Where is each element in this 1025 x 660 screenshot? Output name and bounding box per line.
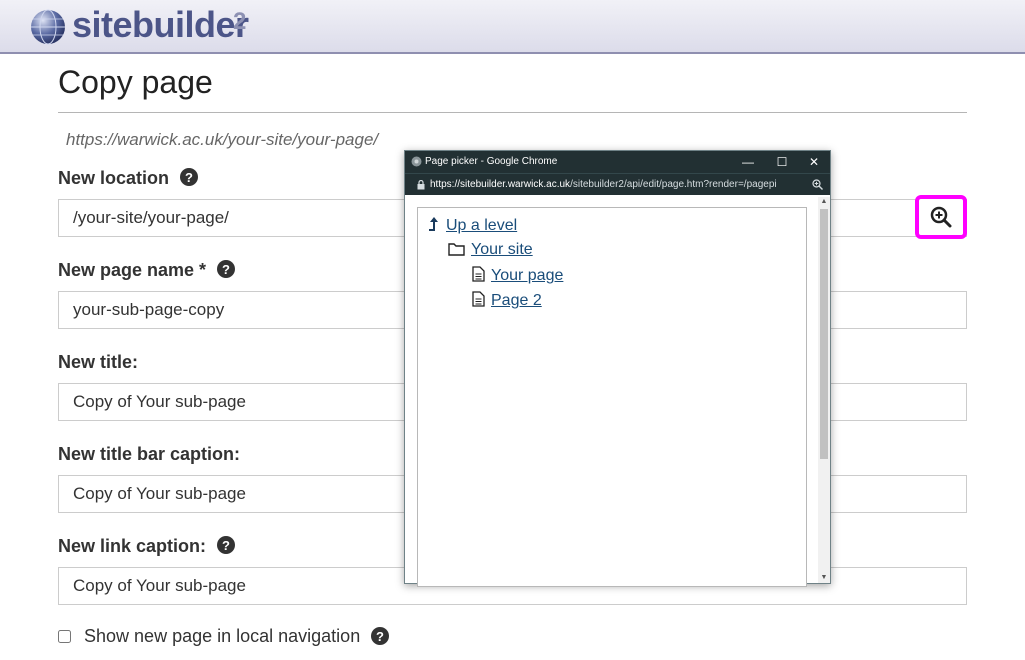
- popup-titlebar[interactable]: Page picker - Google Chrome — ☐ ✕: [405, 151, 830, 173]
- chrome-icon: [411, 156, 422, 167]
- scroll-thumb[interactable]: [820, 209, 828, 459]
- tree-item-your-page[interactable]: Your page: [472, 266, 563, 285]
- logo-text[interactable]: sitebuilder: [72, 4, 249, 46]
- title-divider: [58, 112, 967, 113]
- popup-url-host: https://sitebuilder.warwick.ac.uk: [430, 179, 571, 190]
- page-picker-popup: Page picker - Google Chrome — ☐ ✕ https:…: [404, 150, 831, 587]
- tree-item-your-site[interactable]: Your site: [448, 241, 533, 259]
- help-icon[interactable]: ?: [217, 536, 236, 559]
- tree-item-your-page-label: Your page: [491, 267, 564, 284]
- popup-url-path: /sitebuilder2/api/edit/page.htm?render=/…: [570, 179, 777, 190]
- arrow-up-icon: [429, 217, 438, 231]
- svg-text:?: ?: [222, 538, 230, 553]
- new-location-label-text: New location: [58, 168, 170, 188]
- tree-item-page-2-label: Page 2: [491, 292, 542, 309]
- new-titlebar-caption-label: New title bar caption:: [58, 444, 241, 464]
- new-link-caption-label-text: New link caption:: [58, 536, 207, 556]
- page-picker-button[interactable]: [915, 195, 967, 239]
- scroll-down-arrow[interactable]: ▼: [820, 573, 828, 583]
- new-page-name-label-text: New page name *: [58, 260, 207, 280]
- popup-url[interactable]: https://sitebuilder.warwick.ac.uk/sitebu…: [430, 179, 806, 190]
- tree-item-page-2[interactable]: Page 2: [472, 291, 542, 310]
- header-bar: sitebuilder 2: [0, 0, 1025, 54]
- new-location-label: New location ?: [58, 168, 199, 191]
- popup-content: Up a level Your site Your page Page 2 ▲ …: [405, 195, 830, 587]
- svg-text:?: ?: [185, 170, 193, 185]
- logo-superscript: 2: [233, 8, 247, 35]
- show-in-nav-row: Show new page in local navigation ?: [58, 626, 390, 650]
- popup-window-title: Page picker - Google Chrome: [425, 156, 558, 167]
- new-page-name-label: New page name * ?: [58, 260, 236, 283]
- help-icon[interactable]: ?: [371, 627, 390, 650]
- up-a-level-label: Up a level: [446, 217, 518, 234]
- minimize-button[interactable]: —: [739, 153, 757, 171]
- popup-scrollbar[interactable]: ▲ ▼: [818, 197, 830, 583]
- help-icon[interactable]: ?: [180, 168, 199, 191]
- zoom-in-icon: [930, 206, 952, 228]
- new-link-caption-label: New link caption: ?: [58, 536, 236, 559]
- zoom-icon[interactable]: [812, 179, 823, 190]
- close-button[interactable]: ✕: [805, 153, 823, 171]
- current-page-url: https://warwick.ac.uk/your-site/your-pag…: [66, 130, 379, 149]
- svg-text:?: ?: [376, 629, 384, 644]
- show-in-nav-checkbox[interactable]: [58, 630, 71, 643]
- up-a-level-link[interactable]: Up a level: [428, 216, 517, 235]
- page-title: Copy page: [58, 64, 213, 100]
- popup-address-bar: https://sitebuilder.warwick.ac.uk/sitebu…: [405, 173, 830, 195]
- svg-text:?: ?: [222, 262, 230, 277]
- folder-icon: [448, 243, 465, 256]
- lock-icon: [417, 180, 425, 190]
- maximize-button[interactable]: ☐: [773, 153, 791, 171]
- file-icon: [472, 291, 485, 307]
- scroll-up-arrow[interactable]: ▲: [820, 197, 828, 207]
- file-icon: [472, 266, 485, 282]
- tree-item-your-site-label: Your site: [471, 241, 533, 258]
- help-icon[interactable]: ?: [217, 260, 236, 283]
- new-title-label: New title:: [58, 352, 139, 372]
- globe-logo-icon: [31, 9, 65, 45]
- show-in-nav-label[interactable]: Show new page in local navigation: [84, 626, 360, 646]
- page-tree-frame: Up a level Your site Your page Page 2: [417, 207, 807, 587]
